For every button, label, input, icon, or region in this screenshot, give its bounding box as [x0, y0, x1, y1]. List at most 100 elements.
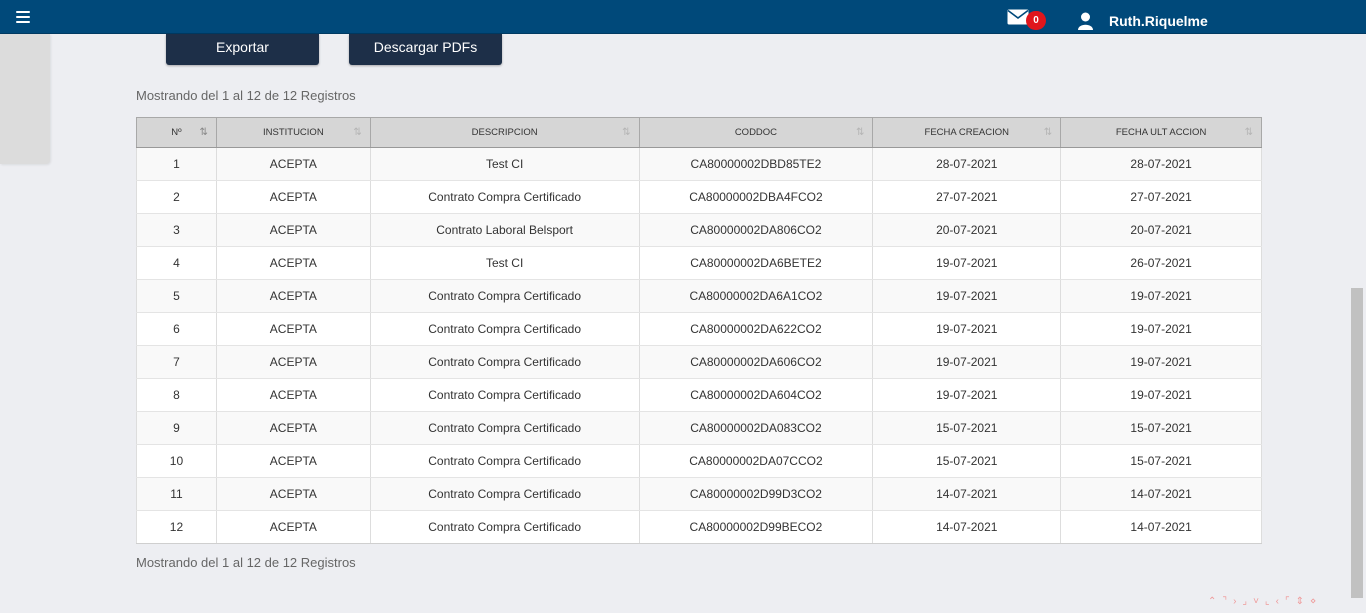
- download-pdfs-button[interactable]: Descargar PDFs: [349, 34, 502, 65]
- table-cell-institucion: ACEPTA: [216, 213, 371, 247]
- table-cell-descripcion: Contrato Compra Certificado: [370, 411, 640, 445]
- table-cell-institucion: ACEPTA: [216, 444, 371, 478]
- table-header-label: CODDOC: [734, 127, 778, 138]
- bottom-nav-icons: ⌃⌝›⌟˅⌞‹⌜⇕⋄: [1208, 596, 1323, 607]
- table-header-col-coddoc[interactable]: CODDOC ⇅: [638, 117, 874, 148]
- table-cell-number: 7: [136, 345, 217, 379]
- table-cell-fecha-ult-accion: 14-07-2021: [1060, 510, 1262, 544]
- table-cell-fecha-creacion: 19-07-2021: [872, 345, 1062, 379]
- table-row[interactable]: 2 ACEPTA Contrato Compra Certificado CA8000…: [136, 180, 1262, 214]
- vertical-scrollbar[interactable]: [1351, 288, 1363, 598]
- table-cell-descripcion: Contrato Compra Certificado: [370, 378, 640, 412]
- table-header-label: FECHA CREACION: [924, 127, 1009, 138]
- table-cell-coddoc: CA80000002DA806CO2: [639, 213, 874, 247]
- table-row[interactable]: 9 ACEPTA Contrato Compra Certificado CA8000…: [136, 411, 1262, 445]
- table-header-label: INSTITUCION: [262, 127, 324, 138]
- sort-icon[interactable]: ⇅: [353, 127, 361, 138]
- table-cell-coddoc: CA80000002DBD85TE2: [639, 147, 874, 181]
- side-panel: [0, 34, 50, 164]
- table-header-label: Nº: [171, 127, 182, 138]
- table-cell-descripcion: Contrato Compra Certificado: [370, 510, 640, 544]
- table-cell-coddoc: CA80000002DA622CO2: [639, 312, 874, 346]
- table-cell-institucion: ACEPTA: [216, 279, 371, 313]
- table-cell-fecha-creacion: 28-07-2021: [872, 147, 1062, 181]
- table-cell-fecha-ult-accion: 20-07-2021: [1060, 213, 1262, 247]
- table-cell-coddoc: CA80000002D99BECO2: [639, 510, 874, 544]
- table-row[interactable]: 5 ACEPTA Contrato Compra Certificado CA8000…: [136, 279, 1262, 313]
- table-row[interactable]: 6 ACEPTA Contrato Compra Certificado CA8000…: [136, 312, 1262, 346]
- sort-icon[interactable]: ⇅: [1044, 127, 1052, 138]
- table-cell-fecha-creacion: 19-07-2021: [872, 312, 1062, 346]
- table-cell-institucion: ACEPTA: [216, 411, 371, 445]
- table-cell-number: 2: [136, 180, 217, 214]
- records-info-bottom: Mostrando del 1 al 12 de 12 Registros: [136, 555, 356, 570]
- table-body: 1 ACEPTA Test CI CA80000002DBD85TE2 28-07-20…: [136, 147, 1262, 544]
- table-cell-fecha-ult-accion: 14-07-2021: [1060, 477, 1262, 511]
- table-cell-number: 12: [136, 510, 217, 544]
- table-cell-number: 4: [136, 246, 217, 280]
- table-row[interactable]: 1 ACEPTA Test CI CA80000002DBD85TE2 28-07-20…: [136, 147, 1262, 181]
- table-cell-descripcion: Contrato Laboral Belsport: [370, 213, 640, 247]
- table-cell-coddoc: CA80000002DA6BETE2: [639, 246, 874, 280]
- sort-icon[interactable]: ⇅: [1245, 127, 1253, 138]
- table-row[interactable]: 7 ACEPTA Contrato Compra Certificado CA8000…: [136, 345, 1262, 379]
- table-row[interactable]: 11 ACEPTA Contrato Compra Certificado CA800…: [136, 477, 1262, 511]
- table-header-row: Nº ⇅ INSTITUCION ⇅ DESCRIPCION ⇅ CODDOC ⇅ FECHA …: [136, 117, 1262, 148]
- table-cell-descripcion: Contrato Compra Certificado: [370, 180, 640, 214]
- table-cell-fecha-creacion: 15-07-2021: [872, 444, 1062, 478]
- table-cell-number: 3: [136, 213, 217, 247]
- table-cell-fecha-creacion: 27-07-2021: [872, 180, 1062, 214]
- table-cell-descripcion: Contrato Compra Certificado: [370, 345, 640, 379]
- table-cell-fecha-ult-accion: 26-07-2021: [1060, 246, 1262, 280]
- table-cell-coddoc: CA80000002DA083CO2: [639, 411, 874, 445]
- table-row[interactable]: 12 ACEPTA Contrato Compra Certificado CA800…: [136, 510, 1262, 544]
- hamburger-menu-icon[interactable]: [16, 11, 30, 23]
- records-info-top: Mostrando del 1 al 12 de 12 Registros: [136, 88, 356, 103]
- table-header-label: FECHA ULT ACCION: [1115, 127, 1207, 138]
- table-cell-number: 1: [136, 147, 217, 181]
- table-header-col-institucion[interactable]: INSTITUCION ⇅: [215, 117, 371, 148]
- table-cell-descripcion: Contrato Compra Certificado: [370, 477, 640, 511]
- table-row[interactable]: 3 ACEPTA Contrato Laboral Belsport CA800000…: [136, 213, 1262, 247]
- table-cell-institucion: ACEPTA: [216, 345, 371, 379]
- user-name[interactable]: Ruth.Riquelme: [1109, 13, 1208, 29]
- table-row[interactable]: 10 ACEPTA Contrato Compra Certificado CA800…: [136, 444, 1262, 478]
- sort-icon[interactable]: ⇅: [622, 127, 630, 138]
- table-cell-institucion: ACEPTA: [216, 180, 371, 214]
- table-cell-coddoc: CA80000002DA6A1CO2: [639, 279, 874, 313]
- table-cell-fecha-ult-accion: 19-07-2021: [1060, 279, 1262, 313]
- top-navbar: 0 Ruth.Riquelme: [0, 0, 1366, 34]
- sort-icon[interactable]: ⇅: [856, 127, 864, 138]
- table-header-col-descripcion[interactable]: DESCRIPCION ⇅: [369, 117, 640, 148]
- table-cell-fecha-ult-accion: 27-07-2021: [1060, 180, 1262, 214]
- export-button[interactable]: Exportar: [166, 34, 319, 65]
- table-cell-institucion: ACEPTA: [216, 246, 371, 280]
- table-cell-descripcion: Contrato Compra Certificado: [370, 312, 640, 346]
- table-cell-institucion: ACEPTA: [216, 378, 371, 412]
- table-row[interactable]: 4 ACEPTA Test CI CA80000002DA6BETE2 19-07-20…: [136, 246, 1262, 280]
- table-cell-descripcion: Test CI: [370, 147, 640, 181]
- table-cell-descripcion: Test CI: [370, 246, 640, 280]
- table-cell-descripcion: Contrato Compra Certificado: [370, 444, 640, 478]
- table-header-col-number[interactable]: Nº ⇅: [136, 117, 217, 148]
- table-header-label: DESCRIPCION: [471, 127, 538, 138]
- sort-icon[interactable]: ⇅: [200, 127, 208, 138]
- table-cell-descripcion: Contrato Compra Certificado: [370, 279, 640, 313]
- table-cell-fecha-creacion: 19-07-2021: [872, 378, 1062, 412]
- table-cell-number: 8: [136, 378, 217, 412]
- mail-count-badge: 0: [1026, 11, 1046, 30]
- table-cell-fecha-creacion: 14-07-2021: [872, 510, 1062, 544]
- table-cell-coddoc: CA80000002DBA4FCO2: [639, 180, 874, 214]
- table-header-col-fecha-ult-accion[interactable]: FECHA ULT ACCION ⇅: [1060, 117, 1262, 148]
- table-row[interactable]: 8 ACEPTA Contrato Compra Certificado CA8000…: [136, 378, 1262, 412]
- table-cell-fecha-creacion: 15-07-2021: [872, 411, 1062, 445]
- table-cell-number: 5: [136, 279, 217, 313]
- table-header-col-fecha-creacion[interactable]: FECHA CREACION ⇅: [872, 117, 1062, 148]
- table-cell-coddoc: CA80000002DA606CO2: [639, 345, 874, 379]
- table-cell-fecha-ult-accion: 19-07-2021: [1060, 345, 1262, 379]
- table-cell-coddoc: CA80000002DA07CCO2: [639, 444, 874, 478]
- table-cell-number: 11: [136, 477, 217, 511]
- table-cell-number: 6: [136, 312, 217, 346]
- table-cell-fecha-creacion: 20-07-2021: [872, 213, 1062, 247]
- table-cell-fecha-creacion: 19-07-2021: [872, 279, 1062, 313]
